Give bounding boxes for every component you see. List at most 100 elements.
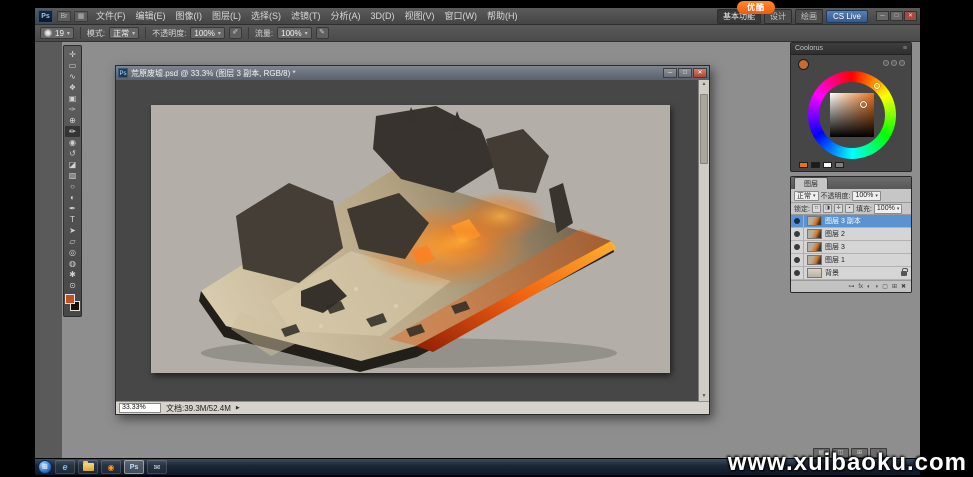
document-titlebar[interactable]: Ps 荒原废墟.psd @ 33.3% (图层 3 副本, RGB/8) * ─… (116, 66, 709, 80)
menu-3d[interactable]: 3D(D) (366, 8, 400, 25)
taskbar-icon-internet-explorer[interactable]: e (55, 460, 75, 474)
history-swatch[interactable] (835, 162, 844, 168)
cs-live-button[interactable]: CS Live (826, 10, 868, 23)
maximize-button[interactable]: □ (890, 11, 903, 21)
type-tool[interactable]: T (65, 214, 80, 225)
visibility-cell[interactable] (791, 254, 804, 267)
blend-mode-dropdown[interactable]: 正常 ▾ (109, 27, 139, 39)
menu-file[interactable]: 文件(F) (91, 8, 131, 25)
layers-opacity-select[interactable]: 100% ▾ (852, 191, 880, 201)
tab-layers[interactable]: 图层 (794, 177, 828, 189)
eyedropper-tool[interactable]: ✑ (65, 104, 80, 115)
blur-tool[interactable]: ○ (65, 181, 80, 192)
lock-pixels-icon[interactable]: ◨ (823, 204, 832, 213)
doc-close-button[interactable]: ✕ (693, 68, 707, 78)
bridge-icon[interactable]: Br (57, 11, 71, 22)
zoom-input[interactable]: 33.33% (119, 403, 161, 413)
tablet-pressure-icon[interactable]: ✎ (316, 27, 329, 39)
link-layers-icon[interactable]: ⊶ (848, 282, 854, 292)
start-button[interactable]: ⊞ (38, 460, 52, 474)
workspace-painting-button[interactable]: 绘画 (795, 9, 823, 24)
quick-selection-tool[interactable]: ❖ (65, 82, 80, 93)
layer-row[interactable]: 图层 3 (791, 241, 911, 254)
tool-preset-picker[interactable]: 19 ▾ (40, 27, 74, 39)
pen-tool[interactable]: ✒ (65, 203, 80, 214)
canvas[interactable] (151, 105, 670, 373)
hand-tool[interactable]: ✱ (65, 269, 80, 280)
history-swatch[interactable] (811, 162, 820, 168)
path-selection-tool[interactable]: ➤ (65, 225, 80, 236)
dodge-tool[interactable]: ◐ (65, 192, 80, 203)
foreground-color-swatch[interactable] (65, 294, 75, 304)
visibility-cell[interactable] (791, 241, 804, 254)
fill-select[interactable]: 100% ▾ (874, 204, 902, 214)
lock-position-icon[interactable]: ✛ (834, 204, 843, 213)
layer-row[interactable]: 图层 1 (791, 254, 911, 267)
layer-effects-icon[interactable]: fx (858, 282, 863, 292)
flow-dropdown[interactable]: 100% ▾ (277, 27, 311, 39)
marquee-tool[interactable]: ▭ (65, 60, 80, 71)
lasso-tool[interactable]: ∿ (65, 71, 80, 82)
menu-window[interactable]: 窗口(W) (440, 8, 483, 25)
hue-cursor[interactable] (874, 83, 880, 89)
adjustment-layer-icon[interactable]: ◑ (875, 282, 879, 292)
vertical-scrollbar[interactable]: ▲ ▼ (698, 80, 709, 401)
layer-row[interactable]: 背景 (791, 267, 911, 280)
history-swatch[interactable] (823, 162, 832, 168)
taskbar-icon-mail[interactable]: ✉ (147, 460, 167, 474)
color-cursor[interactable] (860, 101, 867, 108)
layers-blend-mode-select[interactable]: 正常 ▾ (794, 191, 819, 201)
gradient-tool[interactable]: ▨ (65, 170, 80, 181)
visibility-cell[interactable] (791, 215, 804, 228)
status-menu-arrow-icon[interactable]: ▶ (236, 405, 240, 411)
menu-select[interactable]: 选择(S) (246, 8, 286, 25)
taskbar-icon-photoshop[interactable]: Ps (124, 460, 144, 474)
zoom-tool[interactable]: ⊙ (65, 280, 80, 291)
eraser-tool[interactable]: ◪ (65, 159, 80, 170)
scrollbar-thumb[interactable] (700, 94, 708, 164)
doc-minimize-button[interactable]: ─ (663, 68, 677, 78)
layer-row[interactable]: 图层 2 (791, 228, 911, 241)
color-option-dot[interactable] (899, 60, 905, 66)
shape-tool[interactable]: ▱ (65, 236, 80, 247)
scroll-up-arrow-icon[interactable]: ▲ (699, 80, 709, 89)
3d-orbit-tool[interactable]: ◍ (65, 258, 80, 269)
scroll-down-arrow-icon[interactable]: ▼ (699, 392, 709, 401)
move-tool[interactable]: ✛ (65, 49, 80, 60)
visibility-cell[interactable] (791, 267, 804, 280)
menu-analysis[interactable]: 分析(A) (326, 8, 366, 25)
saturation-value-box[interactable] (830, 93, 874, 137)
healing-brush-tool[interactable]: ⊕ (65, 115, 80, 126)
visibility-cell[interactable] (791, 228, 804, 241)
3d-rotate-tool[interactable]: ◎ (65, 247, 80, 258)
close-button[interactable]: ✕ (904, 11, 917, 21)
opacity-dropdown[interactable]: 100% ▾ (190, 27, 224, 39)
new-layer-icon[interactable]: ⊞ (892, 282, 897, 292)
history-brush-tool[interactable]: ↺ (65, 148, 80, 159)
color-option-dot[interactable] (891, 60, 897, 66)
layer-mask-icon[interactable]: ◐ (867, 282, 871, 292)
layer-group-icon[interactable]: ▢ (882, 282, 888, 292)
minimize-button[interactable]: ─ (876, 11, 889, 21)
menu-filter[interactable]: 滤镜(T) (286, 8, 326, 25)
clone-stamp-tool[interactable]: ◉ (65, 137, 80, 148)
layer-row[interactable]: 图层 3 副本 (791, 215, 911, 228)
menu-edit[interactable]: 编辑(E) (131, 8, 171, 25)
view-extras-icon[interactable]: ▦ (74, 11, 88, 22)
crop-tool[interactable]: ▣ (65, 93, 80, 104)
brush-tool[interactable]: ✏ (65, 126, 80, 137)
taskbar-icon-media-player[interactable]: ◉ (101, 460, 121, 474)
doc-maximize-button[interactable]: □ (678, 68, 692, 78)
menu-image[interactable]: 图像(I) (171, 8, 208, 25)
history-swatch[interactable] (799, 162, 808, 168)
taskbar-icon-explorer[interactable] (78, 460, 98, 474)
airbrush-toggle-icon[interactable]: ✐ (229, 27, 242, 39)
lock-transparency-icon[interactable]: □ (812, 204, 821, 213)
delete-layer-icon[interactable]: ✖ (901, 282, 906, 292)
panel-menu-icon[interactable]: ≡ (903, 43, 907, 54)
menu-help[interactable]: 帮助(H) (482, 8, 523, 25)
lock-all-icon[interactable]: ▪ (845, 204, 854, 213)
menu-view[interactable]: 视图(V) (400, 8, 440, 25)
color-option-dot[interactable] (883, 60, 889, 66)
hue-ring[interactable] (808, 71, 896, 159)
